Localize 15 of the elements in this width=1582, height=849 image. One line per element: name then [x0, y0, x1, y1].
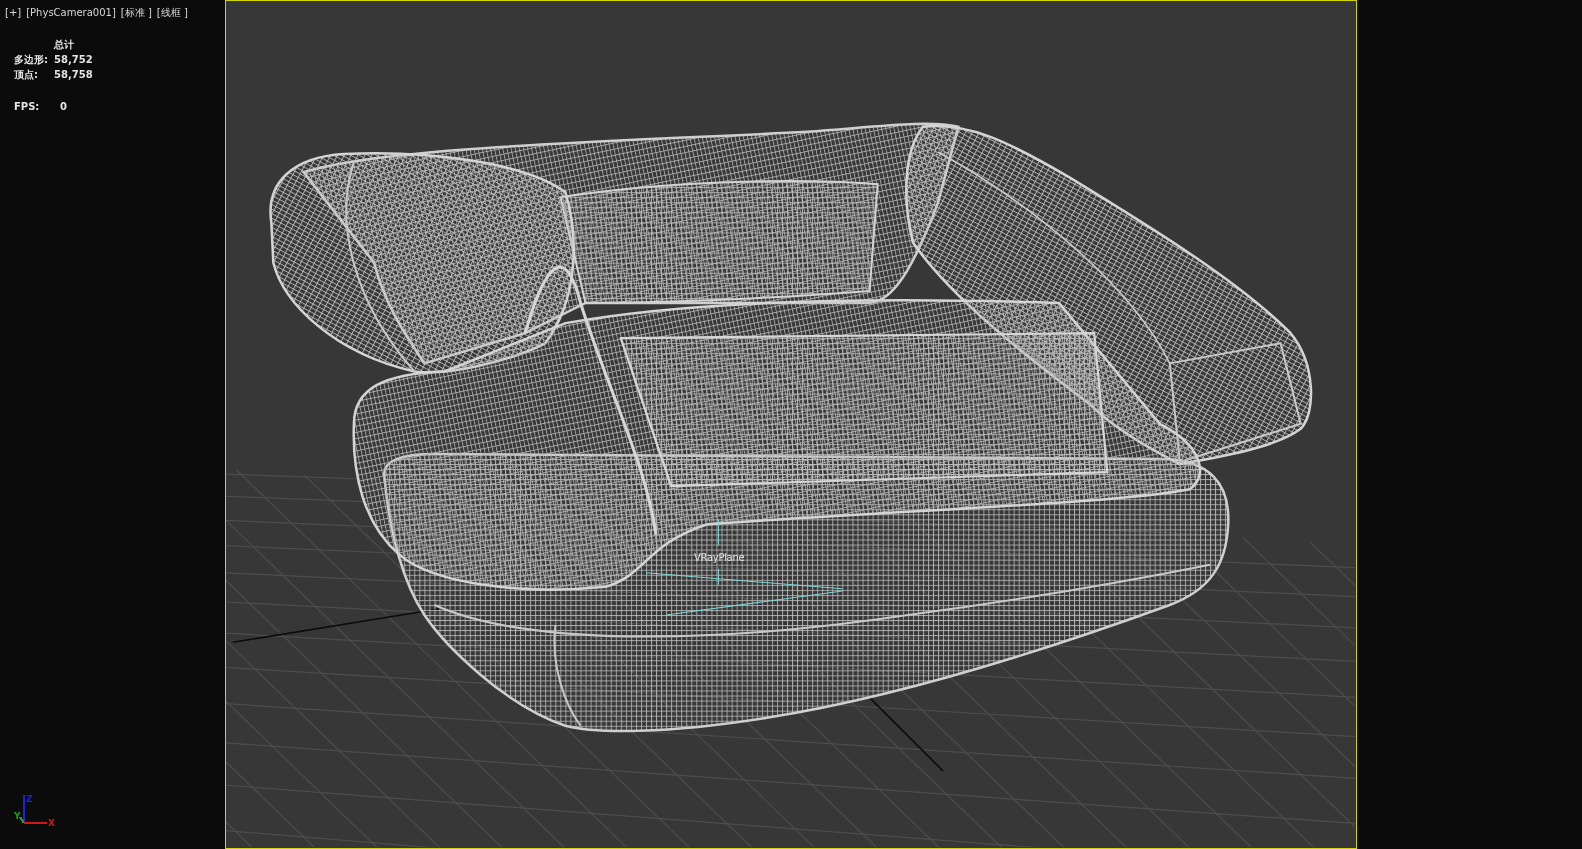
axis-label: Y: [14, 811, 21, 821]
display-mode-label[interactable]: [线框 ]: [156, 6, 188, 20]
fps-label: FPS:: [14, 100, 40, 113]
viewport-menu-label[interactable]: [+]: [5, 6, 22, 20]
camera-label[interactable]: [PhysCamera001]: [26, 6, 116, 20]
object-label: VRayPlane: [694, 552, 745, 563]
stat-label: 顶点:: [14, 68, 38, 81]
fps-value: 0: [60, 100, 67, 113]
stat-value: 58,758: [54, 68, 93, 81]
stats-heading: 总计: [54, 38, 74, 51]
axis-label: Z: [26, 794, 33, 804]
axis-label: X: [48, 818, 55, 828]
stat-value: 58,752: [54, 53, 93, 66]
stat-label: 多边形:: [14, 53, 48, 66]
shading-mode-label[interactable]: [标准 ]: [120, 6, 152, 20]
